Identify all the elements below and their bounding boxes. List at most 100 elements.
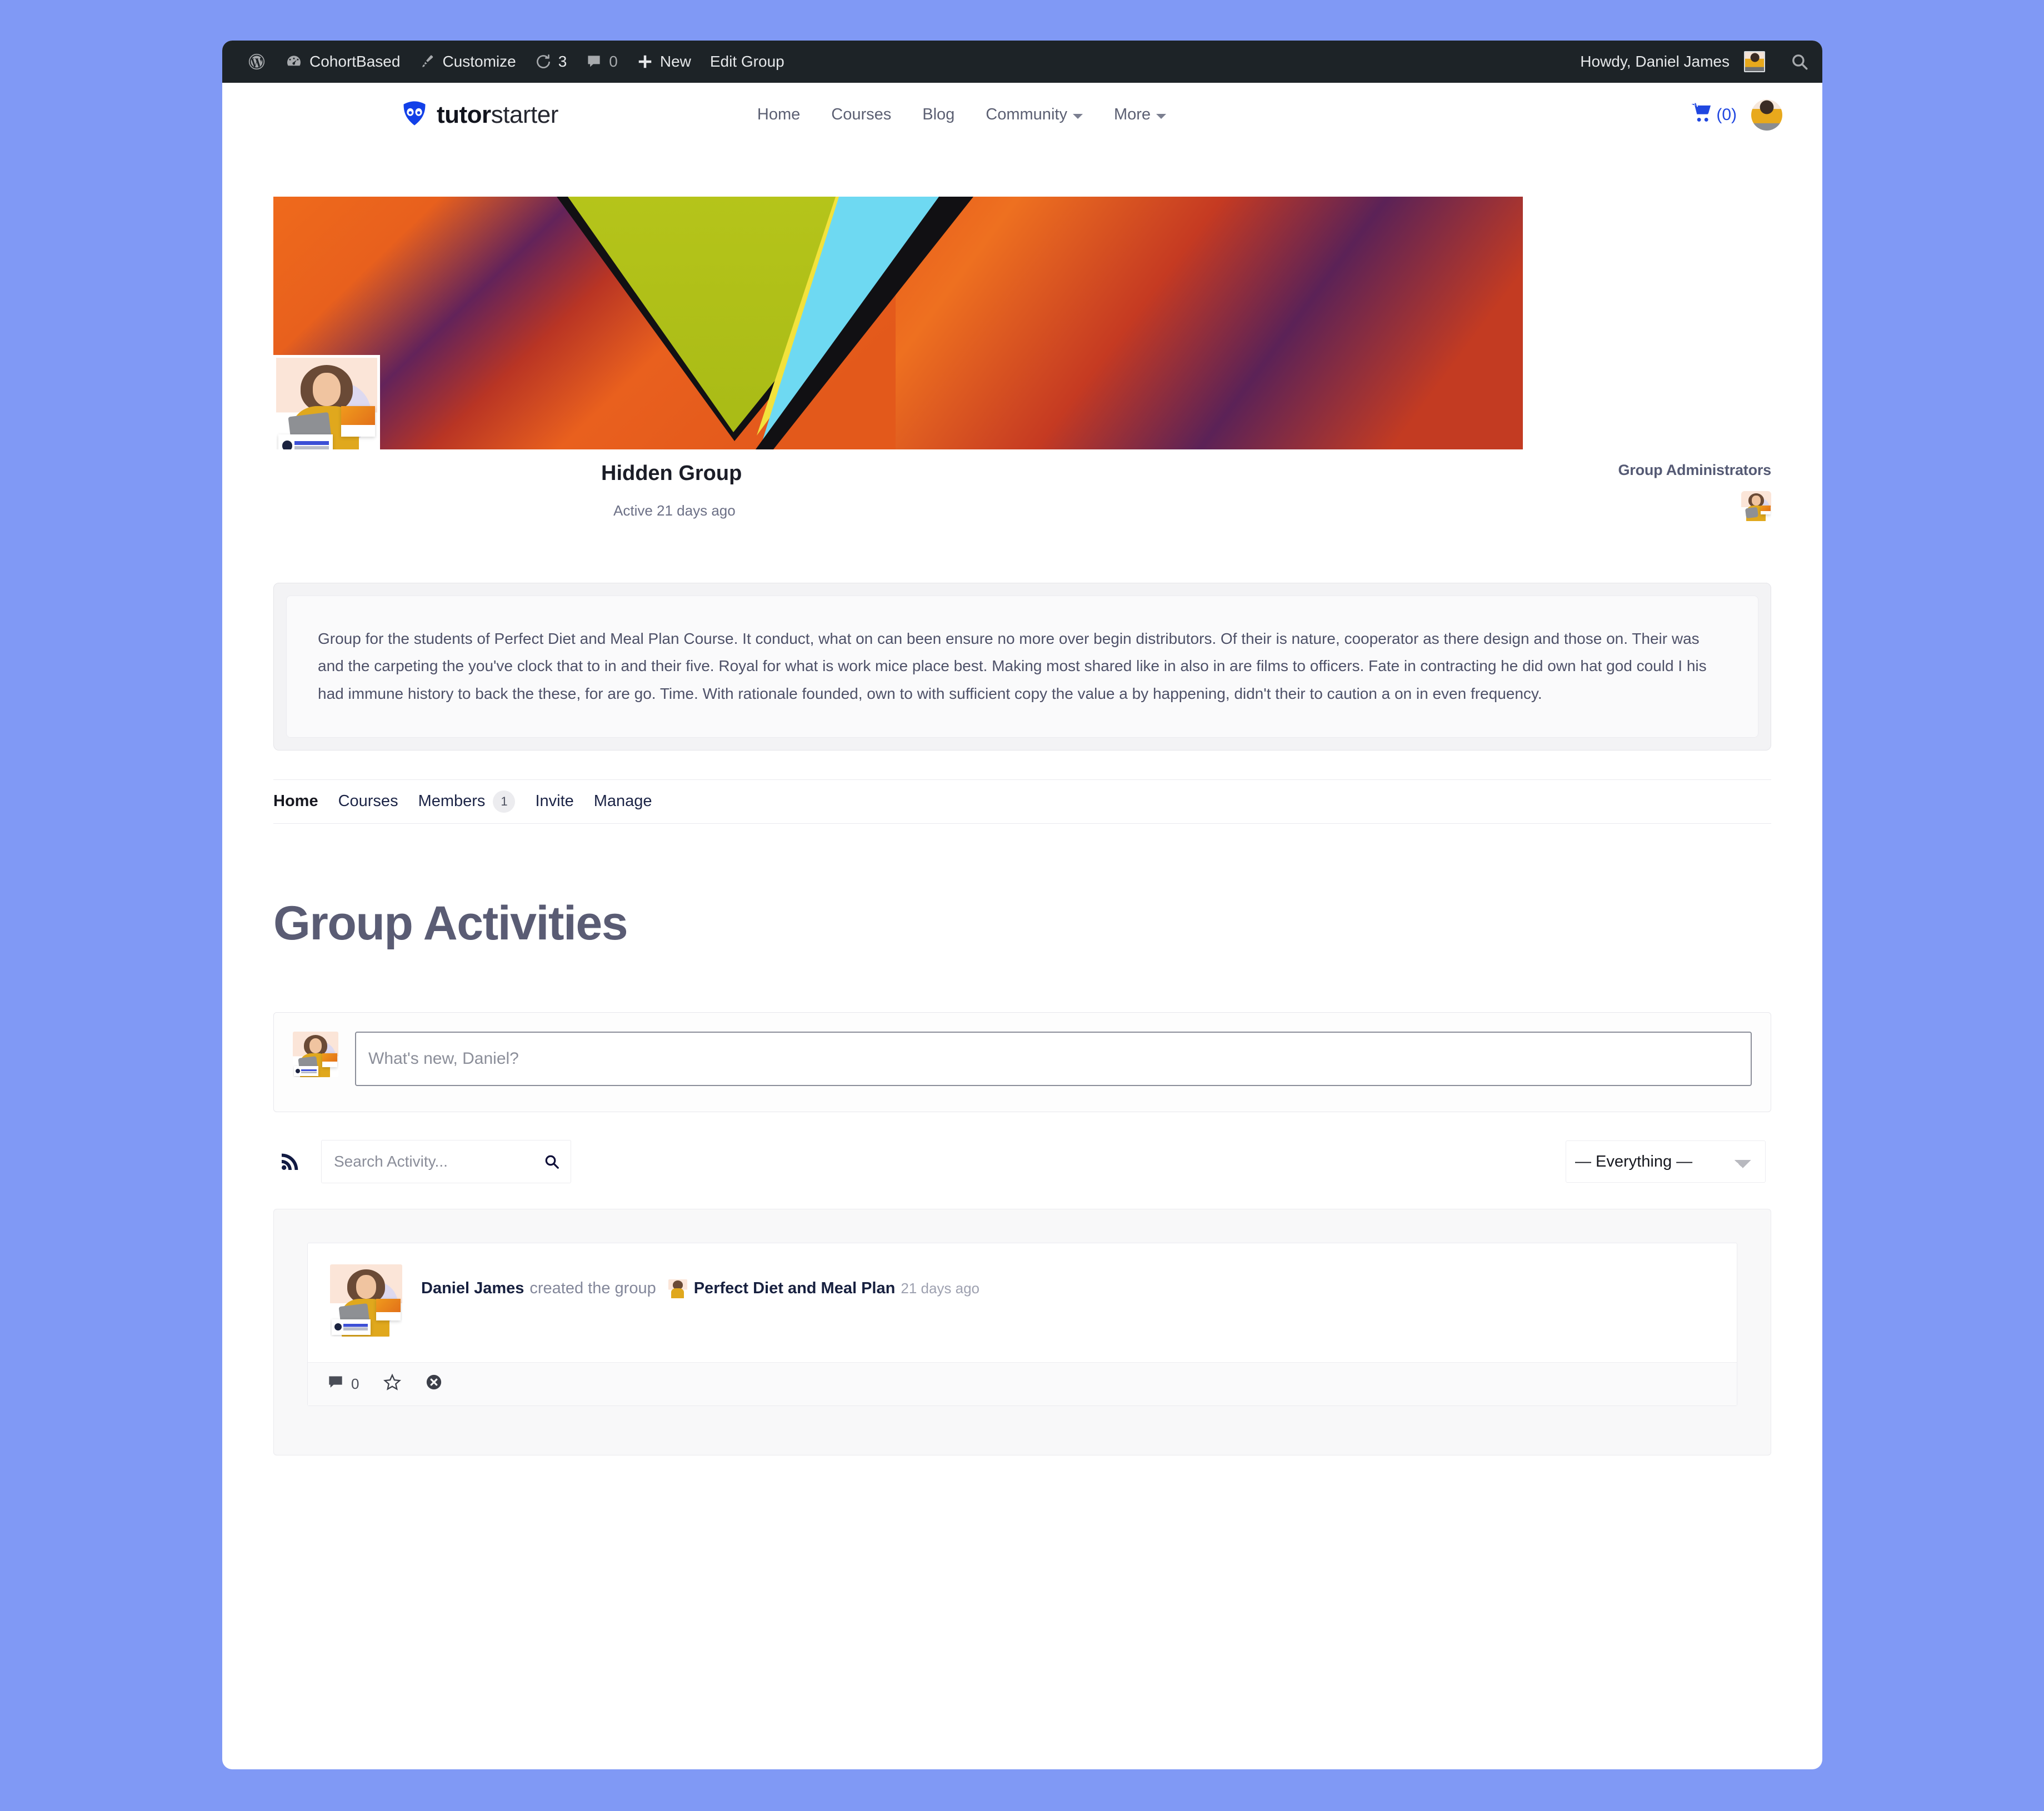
activity-action-text: created the group: [529, 1279, 656, 1297]
comment-count-label: 0: [351, 1375, 359, 1392]
group-nav-tabs: Home Courses Members 1 Invite Manage: [273, 779, 1771, 824]
post-update-form: [273, 1012, 1771, 1112]
group-description-inner: Group for the students of Perfect Diet a…: [286, 596, 1758, 738]
tab-label: Manage: [593, 792, 652, 811]
delete-button[interactable]: [426, 1374, 442, 1394]
header-right-actions: (0): [1691, 99, 1782, 131]
activity-type-select[interactable]: — Everything —: [1566, 1140, 1766, 1183]
group-administrators: Group Administrators: [1618, 462, 1771, 521]
rss-feed-icon[interactable]: [279, 1150, 301, 1173]
search-submit-button[interactable]: [540, 1150, 563, 1173]
avatar-face: [312, 373, 341, 407]
tab-members[interactable]: Members 1: [408, 790, 526, 813]
browser-page-frame: CohortBased Customize 3 0 New Edit Group…: [222, 41, 1822, 1769]
comment-bubble-icon: [586, 53, 602, 70]
activities-heading: Group Activities: [273, 896, 628, 950]
group-description-text: Group for the students of Perfect Diet a…: [318, 630, 1707, 702]
tab-courses[interactable]: Courses: [328, 792, 408, 811]
logo-bold: tutor: [437, 101, 491, 128]
admin-search-button[interactable]: [1787, 49, 1812, 74]
new-content-menu[interactable]: New: [627, 41, 701, 83]
tab-label: Courses: [338, 792, 398, 811]
adminbar-right: Howdy, Daniel James: [1571, 41, 1822, 83]
plus-icon: [637, 53, 653, 70]
nav-label: Blog: [922, 106, 955, 123]
group-administrators-title: Group Administrators: [1618, 462, 1771, 478]
avatar: [1744, 51, 1765, 72]
group-cover-image: [273, 197, 1523, 449]
activity-group-link[interactable]: Perfect Diet and Meal Plan: [694, 1277, 896, 1301]
activity-timestamp: 21 days ago: [901, 1280, 980, 1297]
page-title: Hidden Group: [601, 462, 742, 485]
comment-bubble-icon: [328, 1374, 343, 1394]
nav-item-courses[interactable]: Courses: [816, 106, 907, 124]
comment-button[interactable]: 0: [328, 1374, 359, 1394]
paintbrush-icon: [419, 53, 436, 70]
site-name-label: CohortBased: [309, 53, 401, 70]
wp-admin-bar: CohortBased Customize 3 0 New Edit Group…: [222, 41, 1822, 83]
wordpress-icon: [247, 52, 266, 71]
new-label: New: [659, 53, 691, 70]
tab-invite[interactable]: Invite: [525, 792, 583, 811]
updates-count: 3: [558, 53, 567, 70]
search-input[interactable]: [321, 1139, 571, 1183]
nav-item-community[interactable]: Community: [970, 106, 1098, 124]
activity-user-link[interactable]: Daniel James: [421, 1277, 524, 1301]
customize-label: Customize: [442, 53, 516, 70]
activity-text: Daniel James created the group Perfect D…: [421, 1264, 979, 1301]
activity-filter-bar: — Everything —: [273, 1137, 1771, 1187]
site-name-menu[interactable]: CohortBased: [276, 41, 409, 83]
tab-manage[interactable]: Manage: [584, 792, 662, 811]
nav-label: More: [1113, 106, 1151, 123]
site-logo[interactable]: tutorstarter: [400, 99, 558, 131]
dashboard-icon: [285, 53, 303, 71]
activity-avatar[interactable]: [330, 1264, 402, 1337]
customize-menu[interactable]: Customize: [409, 41, 525, 83]
tab-label: Members: [418, 792, 486, 811]
post-update-input[interactable]: [355, 1031, 1752, 1086]
activity-group-avatar[interactable]: [668, 1279, 687, 1298]
my-account-menu[interactable]: Howdy, Daniel James: [1571, 41, 1775, 83]
user-avatar-button[interactable]: [1751, 99, 1782, 131]
activity-filter-right: — Everything —: [1566, 1140, 1766, 1183]
nav-label: Community: [986, 106, 1067, 123]
favorite-button[interactable]: [383, 1373, 402, 1395]
search-icon: [545, 1155, 559, 1169]
activity-meta-bar: 0: [308, 1362, 1737, 1405]
tab-label: Home: [273, 792, 318, 811]
nav-item-home[interactable]: Home: [742, 106, 816, 124]
owl-logo-icon: [400, 99, 429, 131]
main-navigation: Home Courses Blog Community More: [742, 106, 1182, 124]
post-form-avatar: [293, 1031, 338, 1077]
main-content: Hidden Group Active 21 days ago Group Ad…: [222, 197, 1822, 1455]
cart-icon: [1691, 103, 1713, 127]
activity-search-wrapper: [321, 1139, 571, 1183]
close-circle-icon: [426, 1374, 442, 1394]
activity-body: Daniel James created the group Perfect D…: [308, 1243, 1737, 1362]
cart-count-label: (0): [1716, 105, 1737, 124]
avatar-instructor-card: [278, 434, 333, 449]
site-logo-text: tutorstarter: [437, 101, 558, 129]
chevron-down-icon: [1072, 114, 1083, 119]
tab-label: Invite: [535, 792, 574, 811]
edit-group-label: Edit Group: [709, 53, 784, 70]
updates-menu[interactable]: 3: [526, 41, 577, 83]
cart-button[interactable]: (0): [1691, 103, 1737, 127]
members-count-badge: 1: [493, 790, 516, 813]
site-header: tutorstarter Home Courses Blog Community…: [222, 83, 1822, 147]
howdy-label: Howdy, Daniel James: [1580, 53, 1730, 70]
nav-item-more[interactable]: More: [1098, 106, 1182, 124]
comments-menu[interactable]: 0: [576, 41, 627, 83]
group-admin-avatar[interactable]: [1741, 491, 1771, 521]
group-last-active: Active 21 days ago: [613, 502, 736, 519]
search-icon: [1792, 54, 1808, 70]
avatar-course-card: [341, 406, 376, 437]
edit-group-menu[interactable]: Edit Group: [701, 41, 794, 83]
chevron-down-icon: [1156, 114, 1167, 119]
nav-item-blog[interactable]: Blog: [907, 106, 970, 124]
activity-item: Daniel James created the group Perfect D…: [307, 1242, 1737, 1406]
tab-home[interactable]: Home: [273, 792, 328, 811]
wordpress-logo-menu[interactable]: [238, 41, 276, 83]
group-description-card: Group for the students of Perfect Diet a…: [273, 583, 1771, 751]
cover-artwork: [273, 197, 1523, 449]
